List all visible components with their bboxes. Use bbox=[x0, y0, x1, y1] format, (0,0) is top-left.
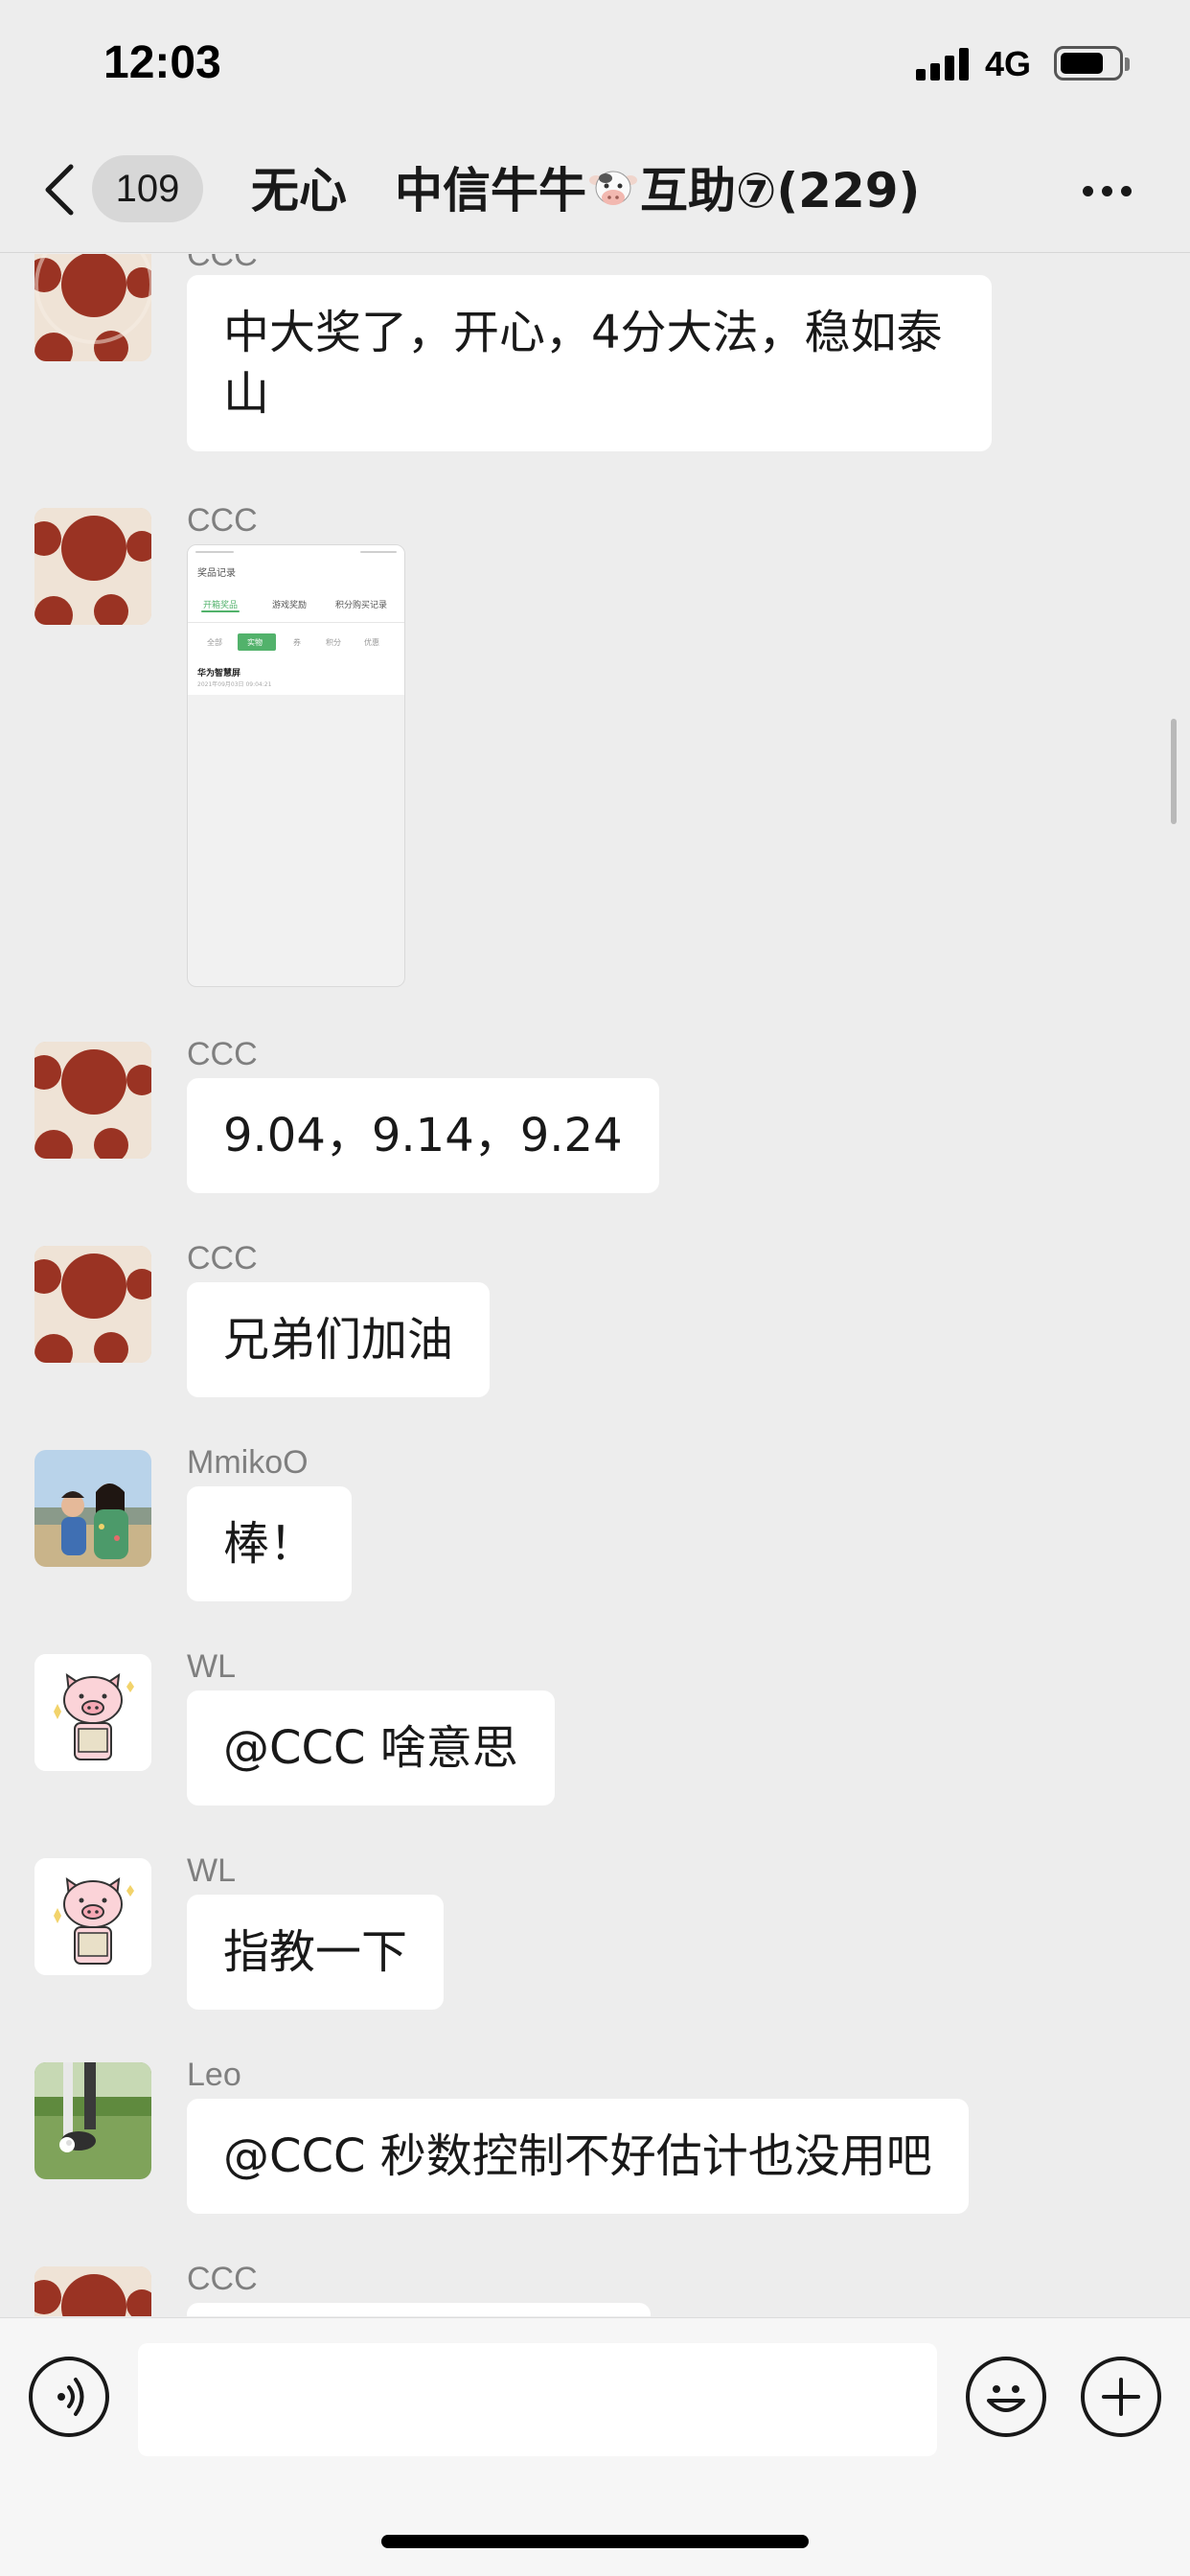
golf-photo-avatar-icon bbox=[34, 2062, 151, 2179]
thumbnail-filter: 券 bbox=[293, 638, 301, 647]
message-bubble[interactable]: @CCC 秒数控制不好估计也没用吧 bbox=[187, 2099, 969, 2214]
chat-title-suffix: 互助⑦(229) bbox=[640, 163, 921, 218]
chat-title-prefix: 无心 中信牛牛 bbox=[251, 163, 586, 218]
smiley-icon bbox=[987, 2385, 1025, 2412]
message-bubble[interactable]: 9.04，9.14，9.24 bbox=[187, 1078, 659, 1193]
message-bubble[interactable]: 指教一下 bbox=[187, 1895, 445, 2010]
network-type: 4G bbox=[985, 44, 1032, 83]
thumbnail-filter: 实物 bbox=[247, 638, 263, 647]
thumbnail-item-title: 华为智慧屏 bbox=[197, 669, 241, 678]
scroll-indicator[interactable] bbox=[1171, 719, 1177, 824]
thumbnail-filter: 全部 bbox=[207, 638, 222, 647]
thumbnail-filter: 积分 bbox=[326, 638, 341, 647]
sender-avatar[interactable] bbox=[34, 1858, 151, 1975]
sender-name: CCC bbox=[187, 502, 258, 539]
message-input[interactable] bbox=[138, 2343, 937, 2456]
status-time: 12:03 bbox=[103, 37, 221, 88]
mother-child-photo-avatar-icon bbox=[34, 1450, 151, 1567]
sender-avatar[interactable] bbox=[34, 1450, 151, 1567]
sender-name: CCC bbox=[187, 2261, 258, 2297]
more-actions-button[interactable] bbox=[1081, 2357, 1161, 2437]
home-indicator bbox=[381, 2535, 809, 2548]
voice-icon bbox=[57, 2378, 84, 2416]
thumbnail-tab: 开箱奖品 bbox=[203, 601, 239, 610]
message-bubble[interactable]: @CCC 啥意思 bbox=[187, 1690, 555, 1806]
battery-icon bbox=[1054, 46, 1130, 80]
sender-name: WL bbox=[187, 1852, 236, 1889]
chevron-left-icon bbox=[45, 164, 74, 216]
message-bubble[interactable]: 中大奖了，开心，4分大法，稳如泰山 bbox=[187, 275, 992, 451]
message-bubble[interactable]: 兄弟们加油 bbox=[187, 1282, 491, 1397]
sender-avatar[interactable] bbox=[34, 1654, 151, 1771]
sender-avatar[interactable] bbox=[34, 1042, 151, 1159]
red-dots-avatar-icon bbox=[34, 1042, 151, 1159]
cow-face-emoji-icon bbox=[589, 171, 637, 205]
sender-name: MmikoO bbox=[187, 1444, 309, 1481]
thumbnail-title: 奖品记录 bbox=[197, 568, 236, 579]
unread-count-badge[interactable]: 109 bbox=[92, 155, 203, 222]
red-dots-avatar-icon bbox=[34, 508, 151, 625]
plus-icon bbox=[1102, 2378, 1140, 2416]
red-dots-avatar-icon bbox=[34, 1246, 151, 1363]
thumbnail-filter: 优惠 bbox=[364, 638, 379, 647]
status-bar: 12:03 4G bbox=[0, 0, 1190, 126]
sender-name: CCC bbox=[187, 254, 258, 273]
sender-name: CCC bbox=[187, 1036, 258, 1072]
back-button[interactable] bbox=[38, 159, 96, 220]
sender-avatar[interactable] bbox=[34, 2266, 151, 2316]
image-message-thumbnail[interactable]: 奖品记录 开箱奖品 游戏奖励 积分购买记录 全部 实物 券 积分 优惠 华为智慧… bbox=[187, 544, 405, 987]
sender-name: Leo bbox=[187, 2057, 241, 2093]
ellipsis-icon bbox=[1083, 186, 1093, 196]
sender-avatar[interactable] bbox=[34, 1246, 151, 1363]
thumbnail-item-date: 2021年09月03日 09:04:21 bbox=[197, 681, 272, 688]
thumbnail-tab: 游戏奖励 bbox=[272, 601, 308, 610]
emoji-button[interactable] bbox=[966, 2357, 1046, 2437]
pig-sticker-avatar-icon bbox=[34, 1654, 151, 1771]
sender-avatar[interactable] bbox=[34, 254, 151, 361]
sender-name: WL bbox=[187, 1648, 236, 1685]
red-dots-avatar-icon bbox=[34, 2266, 151, 2316]
sender-name: CCC bbox=[187, 1240, 258, 1276]
voice-input-button[interactable] bbox=[29, 2357, 109, 2437]
red-dots-avatar-icon bbox=[34, 254, 151, 361]
more-options-button[interactable] bbox=[1077, 176, 1138, 205]
sender-avatar[interactable] bbox=[34, 508, 151, 625]
pig-sticker-avatar-icon bbox=[34, 1858, 151, 1975]
chat-title[interactable]: 无心 中信牛牛 互助⑦(229) bbox=[251, 157, 920, 224]
sender-avatar[interactable] bbox=[34, 2062, 151, 2179]
message-bubble[interactable]: 棒！ bbox=[187, 1486, 353, 1601]
cellular-signal-icon bbox=[916, 48, 970, 80]
message-bubble[interactable] bbox=[187, 2303, 651, 2316]
thumbnail-tab: 积分购买记录 bbox=[335, 601, 388, 610]
chat-header: 109 无心 中信牛牛 互助⑦(229) bbox=[0, 126, 1190, 253]
message-list[interactable]: CCC 中大奖了，开心，4分大法，稳如泰山 CCC 奖品记录 开箱奖品 游戏奖励… bbox=[0, 254, 1190, 2316]
